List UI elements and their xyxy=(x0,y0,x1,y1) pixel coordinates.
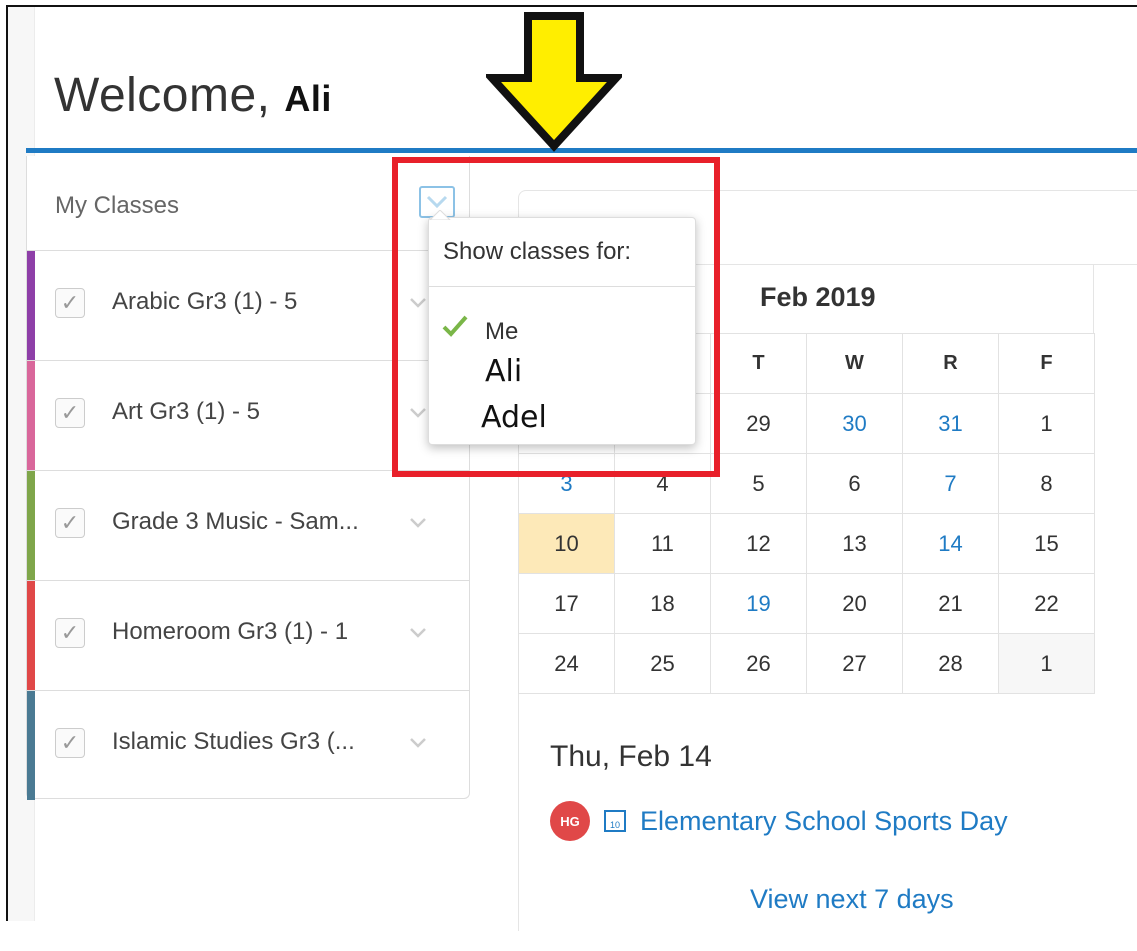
weekday-cell: R xyxy=(902,333,999,394)
checkmark-icon: ✓ xyxy=(60,400,80,425)
calendar-month-title[interactable]: Feb 2019 xyxy=(760,282,876,313)
day-cell[interactable]: 12 xyxy=(710,513,807,574)
day-cell[interactable]: 17 xyxy=(518,573,615,634)
weekday-cell: F xyxy=(998,333,1095,394)
day-cell[interactable]: 1 xyxy=(998,633,1095,694)
day-cell[interactable]: 19 xyxy=(710,573,807,634)
checkmark-icon: ✓ xyxy=(60,620,80,645)
my-classes-title: My Classes xyxy=(55,192,180,219)
event-title-link[interactable]: Elementary School Sports Day xyxy=(640,806,1008,837)
day-cell[interactable]: 20 xyxy=(806,573,903,634)
user-name: Ali xyxy=(284,78,332,119)
day-cell[interactable]: 29 xyxy=(710,393,807,454)
weekday-cell: T xyxy=(710,333,807,394)
chevron-down-icon[interactable] xyxy=(407,731,429,753)
day-cell[interactable]: 18 xyxy=(614,573,711,634)
day-cell[interactable]: 22 xyxy=(998,573,1095,634)
checkmark-icon: ✓ xyxy=(60,510,80,535)
day-cell[interactable]: 30 xyxy=(806,393,903,454)
class-checkbox[interactable]: ✓ xyxy=(55,288,85,318)
chevron-down-icon[interactable] xyxy=(407,621,429,643)
agenda-day-header: Thu, Feb 14 xyxy=(550,740,712,773)
chevron-down-icon[interactable] xyxy=(407,511,429,533)
day-cell[interactable]: 28 xyxy=(902,633,999,694)
class-label: Islamic Studies Gr3 (... xyxy=(112,728,355,755)
class-item-homeroom[interactable]: ✓ Homeroom Gr3 (1) - 1 xyxy=(27,581,469,691)
class-color-bar xyxy=(27,691,35,800)
day-cell[interactable]: 26 xyxy=(710,633,807,694)
week-row: 10 11 12 13 14 15 xyxy=(518,513,1095,574)
week-row: 24 25 26 27 28 1 xyxy=(518,633,1095,694)
day-cell[interactable]: 8 xyxy=(998,453,1095,514)
day-cell-today[interactable]: 10 xyxy=(518,513,615,574)
class-label: Grade 3 Music - Sam... xyxy=(112,508,359,535)
day-cell[interactable]: 1 xyxy=(998,393,1095,454)
day-cell[interactable]: 27 xyxy=(806,633,903,694)
class-checkbox[interactable]: ✓ xyxy=(55,728,85,758)
checkmark-icon: ✓ xyxy=(60,730,80,755)
view-next-7-days-link[interactable]: View next 7 days xyxy=(750,884,954,915)
avatar: HG xyxy=(550,801,590,841)
day-cell[interactable]: 6 xyxy=(806,453,903,514)
day-cell[interactable]: 31 xyxy=(902,393,999,454)
class-checkbox[interactable]: ✓ xyxy=(55,398,85,428)
class-label: Homeroom Gr3 (1) - 1 xyxy=(112,618,349,645)
class-checkbox[interactable]: ✓ xyxy=(55,508,85,538)
class-color-bar xyxy=(27,471,35,580)
day-cell[interactable]: 21 xyxy=(902,573,999,634)
class-label: Arabic Gr3 (1) - 5 xyxy=(112,288,298,315)
class-color-bar xyxy=(27,361,35,470)
calendar-icon: 10 xyxy=(604,810,626,832)
welcome-heading: Welcome, Ali xyxy=(54,68,332,123)
class-label: Art Gr3 (1) - 5 xyxy=(112,398,261,425)
down-arrow-icon xyxy=(486,12,622,152)
class-color-bar xyxy=(27,251,35,360)
day-cell[interactable]: 25 xyxy=(614,633,711,694)
checkmark-icon: ✓ xyxy=(60,290,80,315)
class-checkbox[interactable]: ✓ xyxy=(55,618,85,648)
class-item-music[interactable]: ✓ Grade 3 Music - Sam... xyxy=(27,471,469,581)
divider xyxy=(1093,264,1094,334)
day-cell[interactable]: 24 xyxy=(518,633,615,694)
class-item-islamic[interactable]: ✓ Islamic Studies Gr3 (... xyxy=(27,691,469,800)
day-cell[interactable]: 15 xyxy=(998,513,1095,574)
week-row: 17 18 19 20 21 22 xyxy=(518,573,1095,634)
highlight-box xyxy=(392,157,720,477)
day-cell[interactable]: 7 xyxy=(902,453,999,514)
day-cell[interactable]: 13 xyxy=(806,513,903,574)
agenda-event[interactable]: HG 10 Elementary School Sports Day xyxy=(550,801,1008,841)
welcome-prefix: Welcome, xyxy=(54,69,271,122)
weekday-cell: W xyxy=(806,333,903,394)
day-cell[interactable]: 5 xyxy=(710,453,807,514)
day-cell[interactable]: 11 xyxy=(614,513,711,574)
class-color-bar xyxy=(27,581,35,690)
day-cell[interactable]: 14 xyxy=(902,513,999,574)
